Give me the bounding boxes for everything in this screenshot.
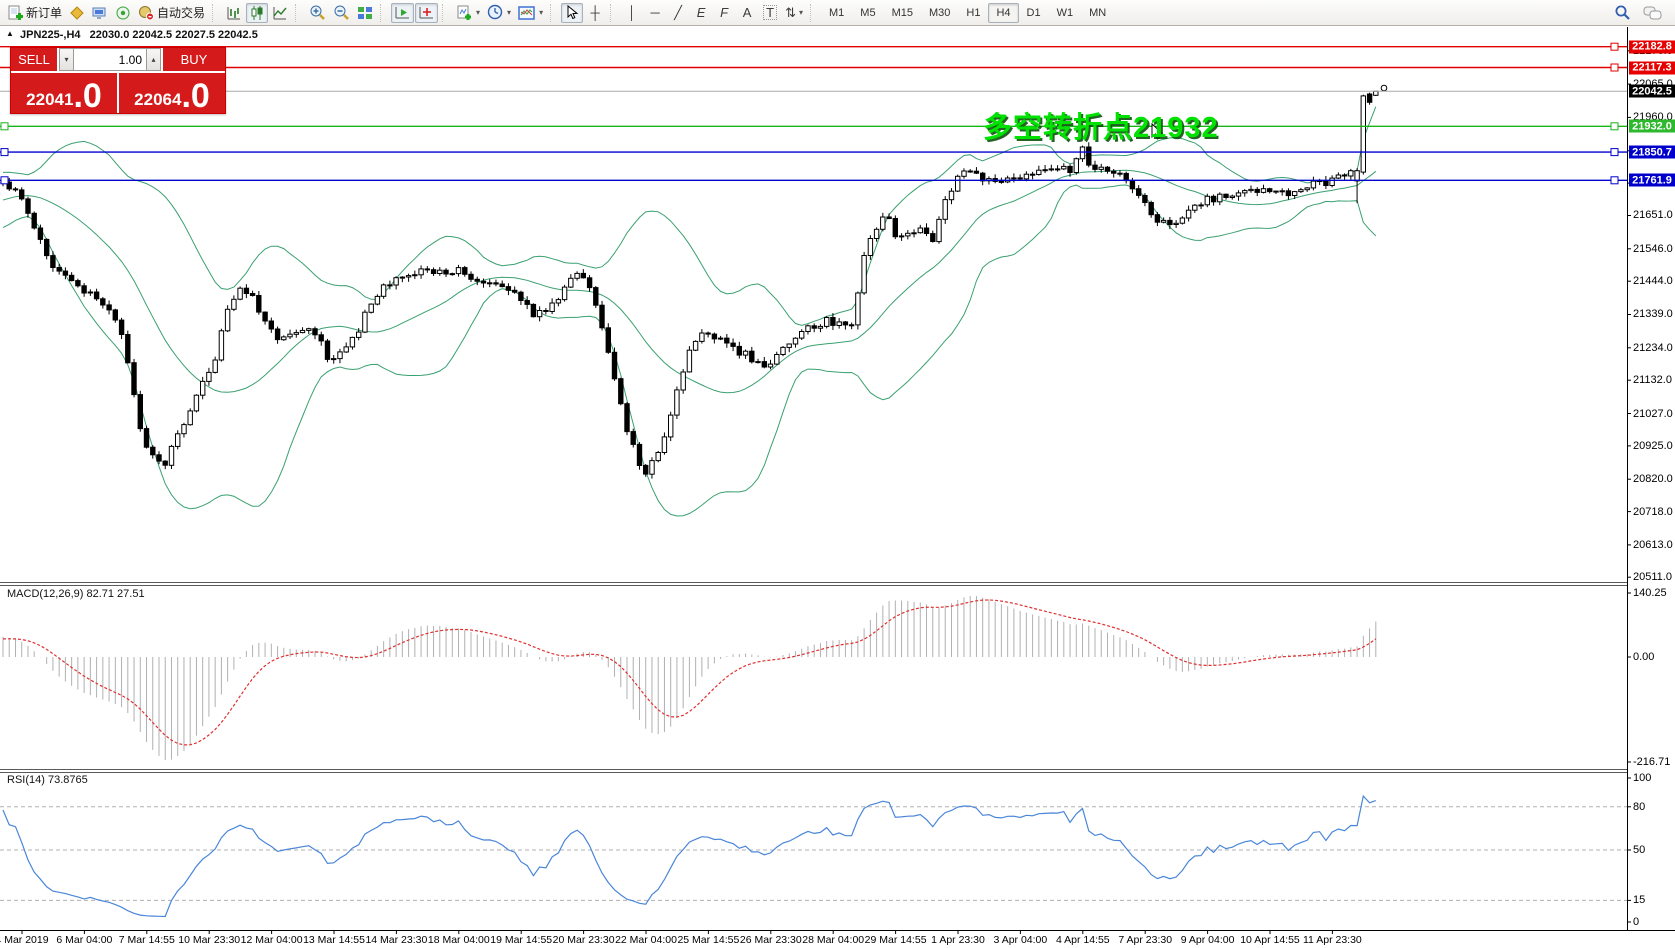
macd-scale-label: 140.25 — [1633, 587, 1667, 599]
volume-spinner: ▾ ▴ — [59, 48, 161, 71]
macd-scale-label: -216.71 — [1633, 756, 1670, 768]
time-tick-label: 26 Mar 23:30 — [740, 934, 802, 946]
ask-price-display[interactable]: 22064.0 — [119, 73, 225, 113]
price-level-line[interactable] — [0, 177, 1627, 184]
price-tick-label: 21339.0 — [1633, 308, 1673, 320]
price-level-line[interactable] — [0, 123, 1627, 130]
time-tick-label: 10 Mar 23:30 — [178, 934, 240, 946]
time-tick-label: 6 Mar 04:00 — [56, 934, 112, 946]
price-tick-label: 20925.0 — [1633, 440, 1673, 452]
volume-decrease-button[interactable]: ▾ — [59, 48, 74, 71]
price-tick-label: 21132.0 — [1633, 374, 1672, 386]
rsi-scale-label: 0 — [1633, 916, 1639, 928]
time-tick-label: 20 Mar 23:30 — [553, 934, 615, 946]
price-tick-label: 21444.0 — [1633, 275, 1673, 287]
time-tick-label: 4 Mar 2019 — [0, 934, 49, 946]
mt4-window: 新订单 自动交易 — [0, 0, 1675, 948]
price-tick-label: 21651.0 — [1633, 209, 1673, 221]
sell-button[interactable]: SELL — [11, 48, 57, 71]
price-tick-label: 20613.0 — [1633, 539, 1673, 551]
price-level-badge: 21932.0 — [1629, 120, 1675, 133]
time-tick-label: 28 Mar 04:00 — [802, 934, 864, 946]
one-click-trade-panel: SELL ▾ ▴ BUY 22041.0 22064.0 — [10, 47, 226, 114]
time-tick-label: 1 Apr 23:30 — [931, 934, 985, 946]
rsi-scale-label: 15 — [1633, 894, 1645, 906]
symbol-period-label: JPN225-,H4 — [20, 29, 81, 41]
price-level-badge: 21850.7 — [1629, 146, 1675, 159]
price-tick-label: 20511.0 — [1633, 571, 1672, 583]
volume-input[interactable] — [74, 48, 146, 71]
price-tick-label: 21546.0 — [1633, 243, 1673, 255]
rsi-indicator-label: RSI(14) 73.8765 — [7, 774, 88, 786]
candlesticks — [1, 91, 1378, 478]
time-tick-label: 11 Apr 23:30 — [1303, 934, 1362, 946]
chart-text-annotation[interactable]: 多空转折点21932 — [983, 104, 1219, 146]
rsi-scale-label: 80 — [1633, 801, 1645, 813]
bid-price-badge: 22042.5 — [1629, 85, 1675, 98]
ohlc-values: 22030.0 22042.5 22027.5 22042.5 — [90, 29, 258, 41]
bid-price-display[interactable]: 22041.0 — [11, 73, 117, 113]
price-tick-label: 21234.0 — [1633, 342, 1673, 354]
price-tick-label: 20820.0 — [1633, 473, 1673, 485]
chart-window-title: ▲ JPN225-,H4 22030.0 22042.5 22027.5 220… — [6, 29, 258, 41]
time-tick-label: 18 Mar 04:00 — [428, 934, 490, 946]
buy-button[interactable]: BUY — [163, 48, 225, 71]
price-level-line[interactable] — [0, 43, 1627, 50]
time-tick-label: 25 Mar 14:55 — [677, 934, 739, 946]
price-level-badge: 22182.8 — [1629, 40, 1675, 53]
bid-price-fraction: .0 — [73, 83, 101, 111]
time-tick-label: 22 Mar 04:00 — [615, 934, 677, 946]
time-tick-label: 4 Apr 14:55 — [1056, 934, 1110, 946]
price-level-line[interactable] — [0, 149, 1627, 156]
time-tick-label: 7 Mar 14:55 — [119, 934, 175, 946]
macd-indicator-label: MACD(12,26,9) 82.71 27.51 — [7, 588, 145, 600]
current-bar-marker — [1381, 85, 1387, 91]
time-tick-label: 13 Mar 14:55 — [303, 934, 365, 946]
time-tick-label: 19 Mar 14:55 — [490, 934, 552, 946]
rsi-scale-label: 100 — [1633, 772, 1651, 784]
time-tick-label: 29 Mar 14:55 — [865, 934, 927, 946]
chart-canvas — [0, 0, 1675, 948]
time-tick-label: 3 Apr 04:00 — [994, 934, 1048, 946]
price-level-badge: 22117.3 — [1629, 61, 1675, 74]
bid-price-main: 22041 — [26, 91, 73, 108]
time-tick-label: 12 Mar 04:00 — [241, 934, 303, 946]
price-tick-label: 20718.0 — [1633, 506, 1673, 518]
time-tick-label: 14 Mar 23:30 — [365, 934, 427, 946]
price-tick-label: 21027.0 — [1633, 408, 1673, 420]
collapse-triangle-icon[interactable]: ▲ — [6, 29, 14, 38]
price-level-line[interactable] — [0, 64, 1627, 71]
volume-increase-button[interactable]: ▴ — [146, 48, 161, 71]
bollinger-bands — [3, 107, 1376, 516]
ask-price-main: 22064 — [134, 91, 181, 108]
time-tick-label: 10 Apr 14:55 — [1240, 934, 1300, 946]
time-tick-label: 9 Apr 04:00 — [1181, 934, 1235, 946]
price-level-badge: 21761.9 — [1629, 174, 1675, 187]
time-tick-label: 7 Apr 23:30 — [1118, 934, 1172, 946]
macd-scale-label: 0.00 — [1633, 651, 1654, 663]
rsi-line — [3, 796, 1376, 916]
rsi-scale-label: 50 — [1633, 844, 1645, 856]
ask-price-fraction: .0 — [181, 83, 209, 111]
